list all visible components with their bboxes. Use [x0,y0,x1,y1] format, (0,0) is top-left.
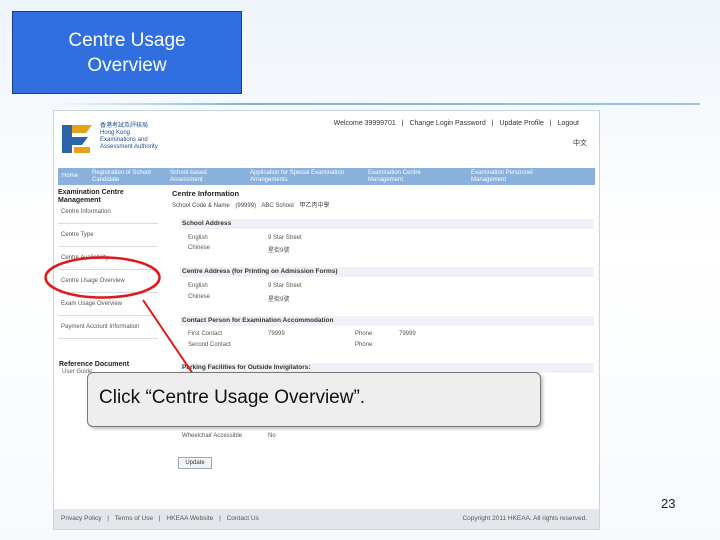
wheelchair-label: Wheelchair Accessible [182,433,243,439]
separator: | [549,120,552,127]
sidebar-item-payment-account[interactable]: Payment Account Information [58,320,158,339]
logo-text: 香港考試及評核局 Hong Kong Examinations and Asse… [100,123,158,150]
school-code-label: School Code & Name [172,203,230,209]
copyright: Copyright 2011 HKEAA. All rights reserve… [462,515,587,522]
update-profile-link[interactable]: Update Profile [497,120,545,127]
nav-special-arrangements[interactable]: Application for Special Examination Arra… [246,170,364,183]
nav-registration[interactable]: Registration of School Candidate [88,170,166,183]
hkeaa-website-link[interactable]: HKEAA Website [164,515,215,522]
contact-us-link[interactable]: Contact Us [225,515,261,522]
second-contact-label: Second Contact [188,342,231,348]
title-divider [55,103,700,105]
school-chinese-value: 星街9號 [268,248,290,254]
phone-label: Phone [355,331,373,337]
separator: | [219,515,221,522]
highlight-ellipse [44,256,161,299]
centre-english-value: 9 Star Street [268,283,302,289]
main-content: Centre Information School Code & Name (9… [172,189,592,209]
school-name-zh: 甲乙丙中學 [299,203,330,209]
phone2-label: Phone [355,342,373,348]
page-number: 23 [661,496,676,511]
school-code: (99999) [235,203,257,209]
school-chinese-label: Chinese [188,245,211,251]
separator: | [491,120,494,127]
language-link[interactable]: 中文 [573,138,587,148]
centre-chinese-label: Chinese [188,294,211,300]
contact-heading: Contact Person for Examination Accommoda… [180,316,594,326]
phone-value: 79999 [399,331,416,337]
app-screenshot: 香港考試及評核局 Hong Kong Examinations and Asse… [53,110,600,530]
separator: | [107,515,109,522]
first-contact-label: First Contact [188,331,223,337]
welcome-text: Welcome 39999701 [333,120,396,127]
school-english-value: 9 Star Street [268,235,302,241]
hkeaa-logo-icon [62,125,92,153]
main-nav: Home Registration of School Candidate Sc… [58,168,595,185]
reference-heading: Reference Document [59,361,130,368]
nav-home[interactable]: Home [58,173,88,180]
footer-links: Privacy Policy | Terms of Use | HKEAA We… [59,509,261,529]
nav-sba[interactable]: School-based Assessment [166,170,246,183]
sidebar-item-centre-information[interactable]: Centre Information [58,205,158,224]
separator: | [401,120,404,127]
top-links: Welcome 39999701 | Change Login Password… [332,120,581,127]
slide-title: Centre Usage Overview [12,11,242,94]
change-password-link[interactable]: Change Login Password [407,120,487,127]
centre-address-heading: Centre Address (for Printing on Admissio… [180,267,594,277]
school-address-heading: School Address [180,219,594,229]
footer: Privacy Policy | Terms of Use | HKEAA We… [54,509,599,529]
update-button[interactable]: Update [178,457,212,469]
page-title: Centre Information [172,189,240,198]
instruction-callout: Click “Centre Usage Overview”. [87,372,541,427]
school-name: ABC School [261,203,294,209]
school-english-label: English [188,235,208,241]
sidebar-item-centre-type[interactable]: Centre Type [58,228,158,247]
centre-english-label: English [188,283,208,289]
school-code-row: School Code & Name (99999) ABC School 甲乙… [172,200,592,209]
terms-of-use-link[interactable]: Terms of Use [113,515,155,522]
hkeaa-logo: 香港考試及評核局 Hong Kong Examinations and Asse… [60,119,180,161]
sidebar-heading: Examination Centre Management [58,189,124,204]
centre-chinese-value: 星街9號 [268,297,290,303]
first-contact-value: 79999 [268,331,285,337]
nav-exam-centre-management[interactable]: Examination Centre Management [364,170,467,183]
separator: | [158,515,161,522]
privacy-policy-link[interactable]: Privacy Policy [59,515,103,522]
nav-exam-personnel[interactable]: Examination Personnel Management [467,170,555,183]
logout-link[interactable]: Logout [556,120,581,127]
wheelchair-value: No [268,433,276,439]
